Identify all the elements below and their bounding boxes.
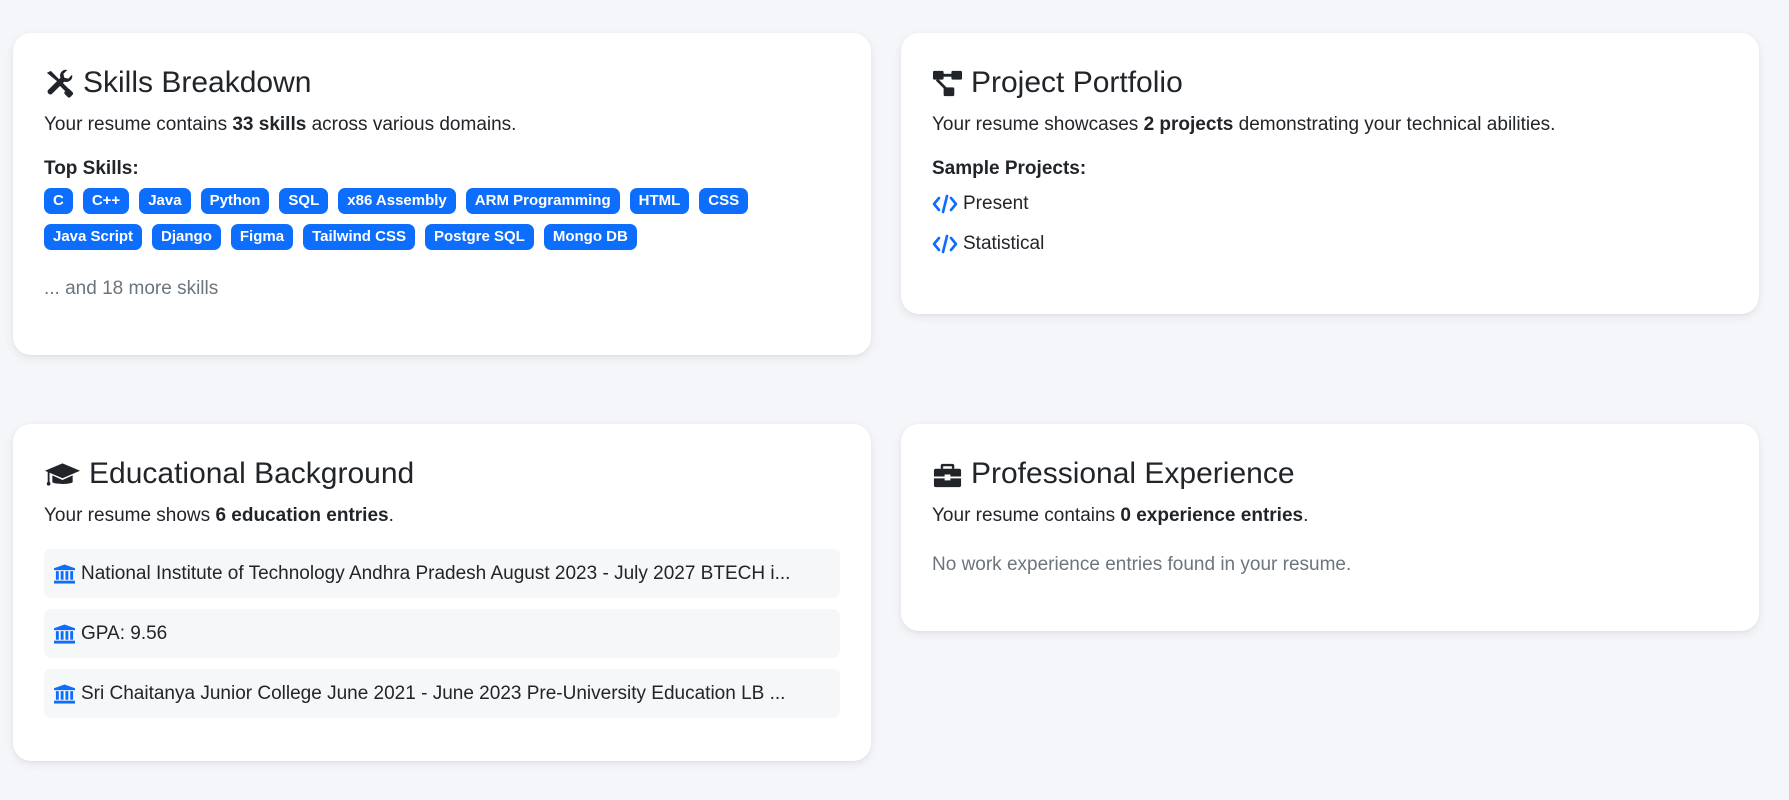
skills-title: Skills Breakdown bbox=[44, 63, 840, 103]
skill-badge: Tailwind CSS bbox=[303, 224, 415, 250]
education-item-text: Sri Chaitanya Junior College June 2021 -… bbox=[81, 682, 786, 704]
education-title: Educational Background bbox=[44, 454, 840, 494]
skill-badge: C++ bbox=[82, 188, 130, 214]
education-list: National Institute of Technology Andhra … bbox=[44, 549, 840, 718]
skill-badge: Java Script bbox=[44, 224, 143, 250]
skill-badge: Mongo DB bbox=[543, 224, 637, 250]
tools-icon bbox=[44, 68, 75, 99]
skill-badge: ARM Programming bbox=[465, 188, 620, 214]
code-icon bbox=[932, 194, 958, 214]
experience-title-text: Professional Experience bbox=[971, 457, 1295, 490]
projects-count: 2 projects bbox=[1143, 114, 1234, 135]
university-icon bbox=[54, 563, 75, 584]
skills-summary: Your resume contains 33 skills across va… bbox=[44, 111, 840, 139]
skill-badge: SQL bbox=[279, 188, 329, 214]
skill-badge: Postgre SQL bbox=[424, 224, 534, 250]
skills-card: Skills Breakdown Your resume contains 33… bbox=[13, 33, 871, 355]
education-item-text: GPA: 9.56 bbox=[81, 622, 168, 644]
education-summary-prefix: Your resume shows bbox=[44, 505, 216, 526]
sample-projects-label: Sample Projects: bbox=[932, 158, 1087, 179]
skills-badge-list: C C++ Java Python SQL x86 Assembly ARM P… bbox=[44, 188, 804, 250]
skills-title-text: Skills Breakdown bbox=[83, 66, 312, 99]
project-list: Present Statistical bbox=[932, 190, 1728, 258]
top-skills-label: Top Skills: bbox=[44, 158, 139, 179]
skills-summary-suffix: across various domains. bbox=[306, 114, 517, 135]
skill-badge: HTML bbox=[629, 188, 690, 214]
experience-summary-suffix: . bbox=[1303, 505, 1309, 526]
education-summary-suffix: . bbox=[388, 505, 394, 526]
skill-badge: Django bbox=[152, 224, 221, 250]
skill-badge: Python bbox=[200, 188, 270, 214]
skills-summary-prefix: Your resume contains bbox=[44, 114, 233, 135]
more-skills-text: ... and 18 more skills bbox=[44, 278, 219, 299]
education-summary: Your resume shows 6 education entries. bbox=[44, 502, 840, 530]
experience-card: Professional Experience Your resume cont… bbox=[901, 424, 1759, 631]
education-item: GPA: 9.56 bbox=[44, 609, 840, 658]
skill-badge: CSS bbox=[699, 188, 749, 214]
experience-summary: Your resume contains 0 experience entrie… bbox=[932, 502, 1728, 530]
projects-summary: Your resume showcases 2 projects demonst… bbox=[932, 111, 1728, 139]
projects-card: Project Portfolio Your resume showcases … bbox=[901, 33, 1759, 314]
education-item-text: National Institute of Technology Andhra … bbox=[81, 562, 791, 584]
no-experience-message: No work experience entries found in your… bbox=[932, 554, 1352, 575]
education-card: Educational Background Your resume shows… bbox=[13, 424, 871, 761]
university-icon bbox=[54, 683, 75, 704]
skill-badge: x86 Assembly bbox=[338, 188, 456, 214]
code-icon bbox=[932, 234, 958, 254]
education-item: Sri Chaitanya Junior College June 2021 -… bbox=[44, 669, 840, 718]
education-item: National Institute of Technology Andhra … bbox=[44, 549, 840, 598]
experience-count: 0 experience entries bbox=[1120, 505, 1304, 526]
projects-title: Project Portfolio bbox=[932, 63, 1728, 103]
projects-summary-prefix: Your resume showcases bbox=[932, 114, 1144, 135]
projects-summary-suffix: demonstrating your technical abilities. bbox=[1233, 114, 1556, 135]
project-item: Present bbox=[932, 190, 1728, 218]
projects-title-text: Project Portfolio bbox=[971, 66, 1183, 99]
skill-badge: Java bbox=[139, 188, 191, 214]
skill-badge: C bbox=[44, 188, 73, 214]
briefcase-icon bbox=[932, 459, 963, 490]
experience-title: Professional Experience bbox=[932, 454, 1728, 494]
project-name: Present bbox=[963, 193, 1029, 214]
dashboard-grid: Skills Breakdown Your resume contains 33… bbox=[0, 0, 1789, 800]
skill-badge: Figma bbox=[230, 224, 294, 250]
skills-count: 33 skills bbox=[232, 114, 307, 135]
education-title-text: Educational Background bbox=[89, 457, 415, 490]
project-name: Statistical bbox=[963, 233, 1045, 254]
experience-summary-prefix: Your resume contains bbox=[932, 505, 1121, 526]
project-item: Statistical bbox=[932, 230, 1728, 258]
university-icon bbox=[54, 623, 75, 644]
graduation-cap-icon bbox=[44, 459, 81, 490]
project-diagram-icon bbox=[932, 68, 963, 99]
education-count: 6 education entries bbox=[215, 505, 389, 526]
